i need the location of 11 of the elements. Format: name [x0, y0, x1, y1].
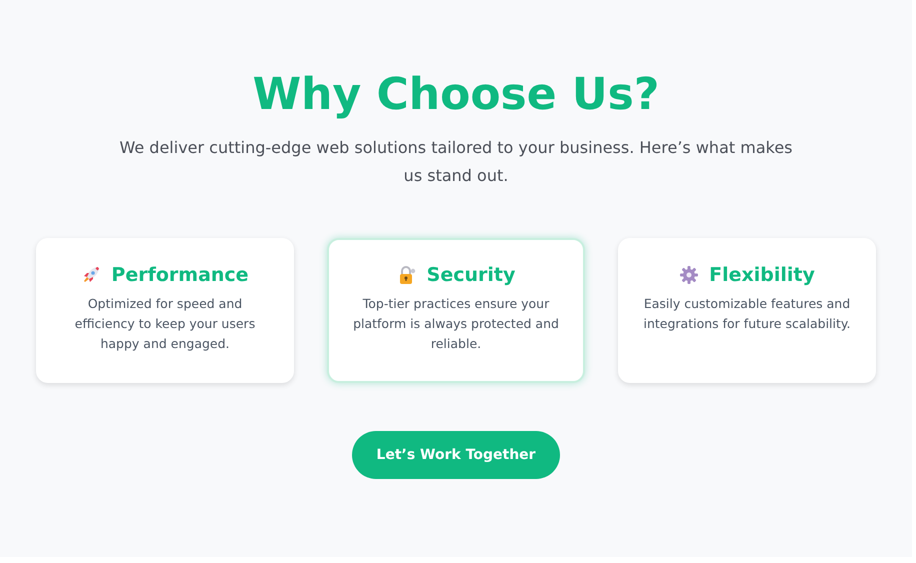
rocket-icon — [81, 265, 102, 285]
feature-title: Flexibility — [709, 264, 815, 286]
section-subtitle: We deliver cutting-edge web solutions tailored to your business. Here’s what makes us stand out. — [118, 137, 794, 187]
section-heading: Why Choose Us? — [252, 68, 660, 122]
cta-button[interactable]: Let’s Work Together — [352, 431, 560, 479]
gear-icon — [679, 265, 700, 285]
feature-description: Top-tier practices ensure your platform is always protected and reliable. — [352, 295, 560, 353]
feature-title: Security — [426, 264, 516, 286]
feature-title: Performance — [111, 264, 249, 286]
feature-description: Easily customizable features and integrations for future scalability. — [642, 295, 852, 333]
feature-description: Optimized for speed and efficiency to keep your users happy and engaged. — [74, 295, 256, 353]
